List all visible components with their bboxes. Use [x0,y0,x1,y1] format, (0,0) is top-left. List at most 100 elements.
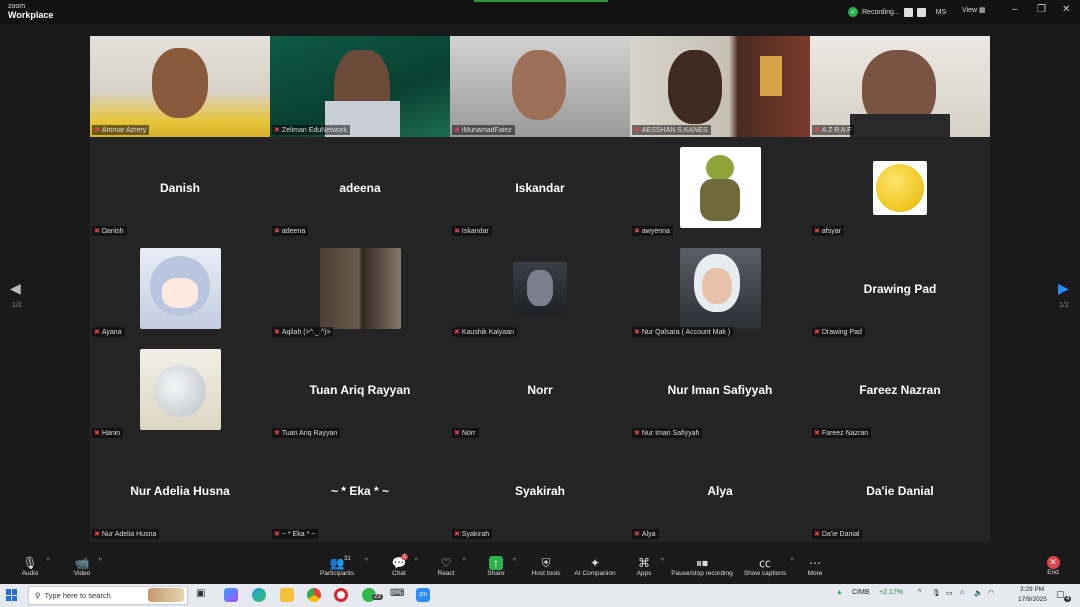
stop-recording-icon[interactable] [916,7,926,17]
video-tile[interactable]: ✖ iMunamadFaiez [450,36,630,137]
video-tile-active-speaker[interactable]: ✖ Zeliman EduNetwork [270,36,450,137]
task-view-icon[interactable]: ▣ [196,588,210,602]
participant-name: Danish [159,181,200,195]
clock-time[interactable]: 3:29 PM [1020,586,1044,593]
apps-chevron-icon[interactable]: ^ [661,558,664,565]
search-icon: ⚲ [35,591,41,600]
mic-muted-icon: ✖ [814,531,820,538]
participant-label: iMunamadFaiez [461,126,512,134]
audio-options-chevron-icon[interactable]: ^ [47,558,50,565]
apps-button[interactable]: ⌘ Apps ^ [634,556,664,577]
copilot-icon[interactable] [224,588,238,602]
next-page-icon[interactable]: ▶ [1058,280,1069,297]
view-button[interactable]: View ▦ [962,6,986,14]
ai-companion-button[interactable]: ✦ AI Companion [572,556,618,577]
participant-tile[interactable]: Danish ✖ Danish [90,137,270,238]
camera-icon: 📹 [74,556,90,570]
share-chevron-icon[interactable]: ^ [513,558,516,565]
video-feed [450,36,630,137]
mic-muted-icon: ✖ [454,127,460,134]
clock-date[interactable]: 17/9/2025 [1018,596,1047,603]
maximize-icon[interactable]: ❐ [1037,4,1046,15]
participant-tile[interactable]: ✖ Nur Qalsara ( Account Mak ) [630,238,810,339]
participant-tile[interactable]: ✖ Kaushik Kalyaan [450,238,630,339]
mic-muted-icon: ✖ [634,531,640,538]
network-icon[interactable]: ⌂ [960,589,964,596]
participant-tile[interactable]: Iskandar ✖ Iskandar [450,137,630,238]
microphone-icon: 🎙 [22,556,38,570]
more-button[interactable]: ⋯ More [804,556,826,577]
profile-picture [140,349,221,430]
pause-stop-recording-button[interactable]: ⏸⏹ Pause/stop recording [668,556,736,577]
react-chevron-icon[interactable]: ^ [463,558,466,565]
edge-icon[interactable] [252,588,266,602]
wifi-icon[interactable]: ◠ [988,589,994,597]
app-icon[interactable]: ⌨ [390,588,404,602]
microphone-icon[interactable]: 🎙 [932,589,941,597]
chat-button[interactable]: 💬 1 Chat ^ [390,554,418,577]
participant-tile[interactable]: Alya ✖ Alya [630,440,810,541]
participant-label: Norr [461,429,476,437]
participant-name: Nur Iman Safiyyah [667,383,773,397]
participant-tile[interactable]: Fareez Nazran ✖ Fareez Nazran [810,339,990,440]
participant-tile[interactable]: ✖ Ayana [90,238,270,339]
volume-icon[interactable]: 🔈 [974,589,983,597]
stock-name[interactable]: CIMB [852,589,870,596]
participant-tile[interactable]: Nur Iman Safiyyah ✖ Nur Iman Safiyyah [630,339,810,440]
chrome-icon[interactable] [307,588,321,602]
close-icon[interactable]: ✕ [1062,4,1070,15]
participant-label: Fareez Nazran [821,429,869,437]
mic-muted-icon: ✖ [94,329,100,336]
user-initials[interactable]: MS [936,9,947,16]
participant-tile[interactable]: Nur Adelia Husna ✖ Nur Adelia Husna [90,440,270,541]
opera-icon[interactable] [334,588,348,602]
video-tile[interactable]: ✖ A Z R A F [810,36,990,137]
participant-tile[interactable]: ✖ awyenna [630,137,810,238]
host-tools-button[interactable]: ⛨ Host tools [530,556,562,577]
participant-tile[interactable]: Drawing Pad ✖ Drawing Pad [810,238,990,339]
video-tile[interactable]: ✖ AESSHAN S.KANES [630,36,810,137]
mic-muted-icon: ✖ [94,127,100,134]
participant-name: Da'ie Danial [866,484,934,498]
video-options-chevron-icon[interactable]: ^ [99,558,102,565]
participant-tile[interactable]: Da'ie Danial ✖ Da'ie Danial [810,440,990,541]
participant-tile[interactable]: ~ * Eka * ~ ✖ ~ * Eka * ~ [270,440,450,541]
participant-tile[interactable]: Tuan Ariq Rayyan ✖ Tuan Ariq Rayyan [270,339,450,440]
show-hidden-icons-icon[interactable]: ^ [918,589,921,596]
chat-chevron-icon[interactable]: ^ [415,558,418,565]
participant-tile[interactable]: Norr ✖ Norr [450,339,630,440]
prev-page-icon[interactable]: ◀ [10,280,21,297]
participants-chevron-icon[interactable]: ^ [365,558,368,565]
captions-chevron-icon[interactable]: ^ [791,558,794,565]
zoom-icon[interactable]: zm [416,588,430,602]
audio-button[interactable]: 🎙 Audio ^ [20,556,50,577]
minimize-icon[interactable]: – [1012,4,1018,15]
battery-icon[interactable]: ▭ [946,589,953,597]
video-tile[interactable]: ✖ Ammar Azrery [90,36,270,137]
file-explorer-icon[interactable] [280,588,294,602]
participant-tile[interactable]: ✖ afsyar [810,137,990,238]
pause-recording-icon[interactable] [903,7,913,17]
participant-tile[interactable]: ✖ Aqilah (>^._.^)> [270,238,450,339]
participant-name: Norr [527,383,553,397]
mic-muted-icon: ✖ [634,430,640,437]
participant-tile[interactable]: Syakirah ✖ Syakirah [450,440,630,541]
participant-tile[interactable]: adeena ✖ adeena [270,137,450,238]
shield-icon: ⛨ [541,556,551,570]
recording-status[interactable]: ✓ Recording... MS [848,5,946,19]
end-meeting-button[interactable]: ✕ End [1042,556,1064,576]
windows-start-icon[interactable] [6,589,18,601]
participant-label: Tuan Ariq Rayyan [281,429,338,437]
participant-label: Aqilah (>^._.^)> [281,328,331,336]
mic-muted-icon: ✖ [634,329,640,336]
share-button[interactable]: ↑ Share ^ [486,556,516,577]
search-highlight-image[interactable] [148,588,184,602]
video-button[interactable]: 📹 Video ^ [72,556,102,577]
captions-button[interactable]: ㏄ Show captions ^ [742,556,794,577]
react-button[interactable]: ♡ React ^ [436,556,467,577]
participant-tile[interactable]: ✖ Hanin [90,339,270,440]
participant-label: A Z R A F [821,126,852,134]
participant-label: Nur Iman Safiyyah [641,429,700,437]
host-tools-label: Host tools [531,570,561,577]
participants-button[interactable]: 👥 31 Participants ^ [318,556,368,577]
